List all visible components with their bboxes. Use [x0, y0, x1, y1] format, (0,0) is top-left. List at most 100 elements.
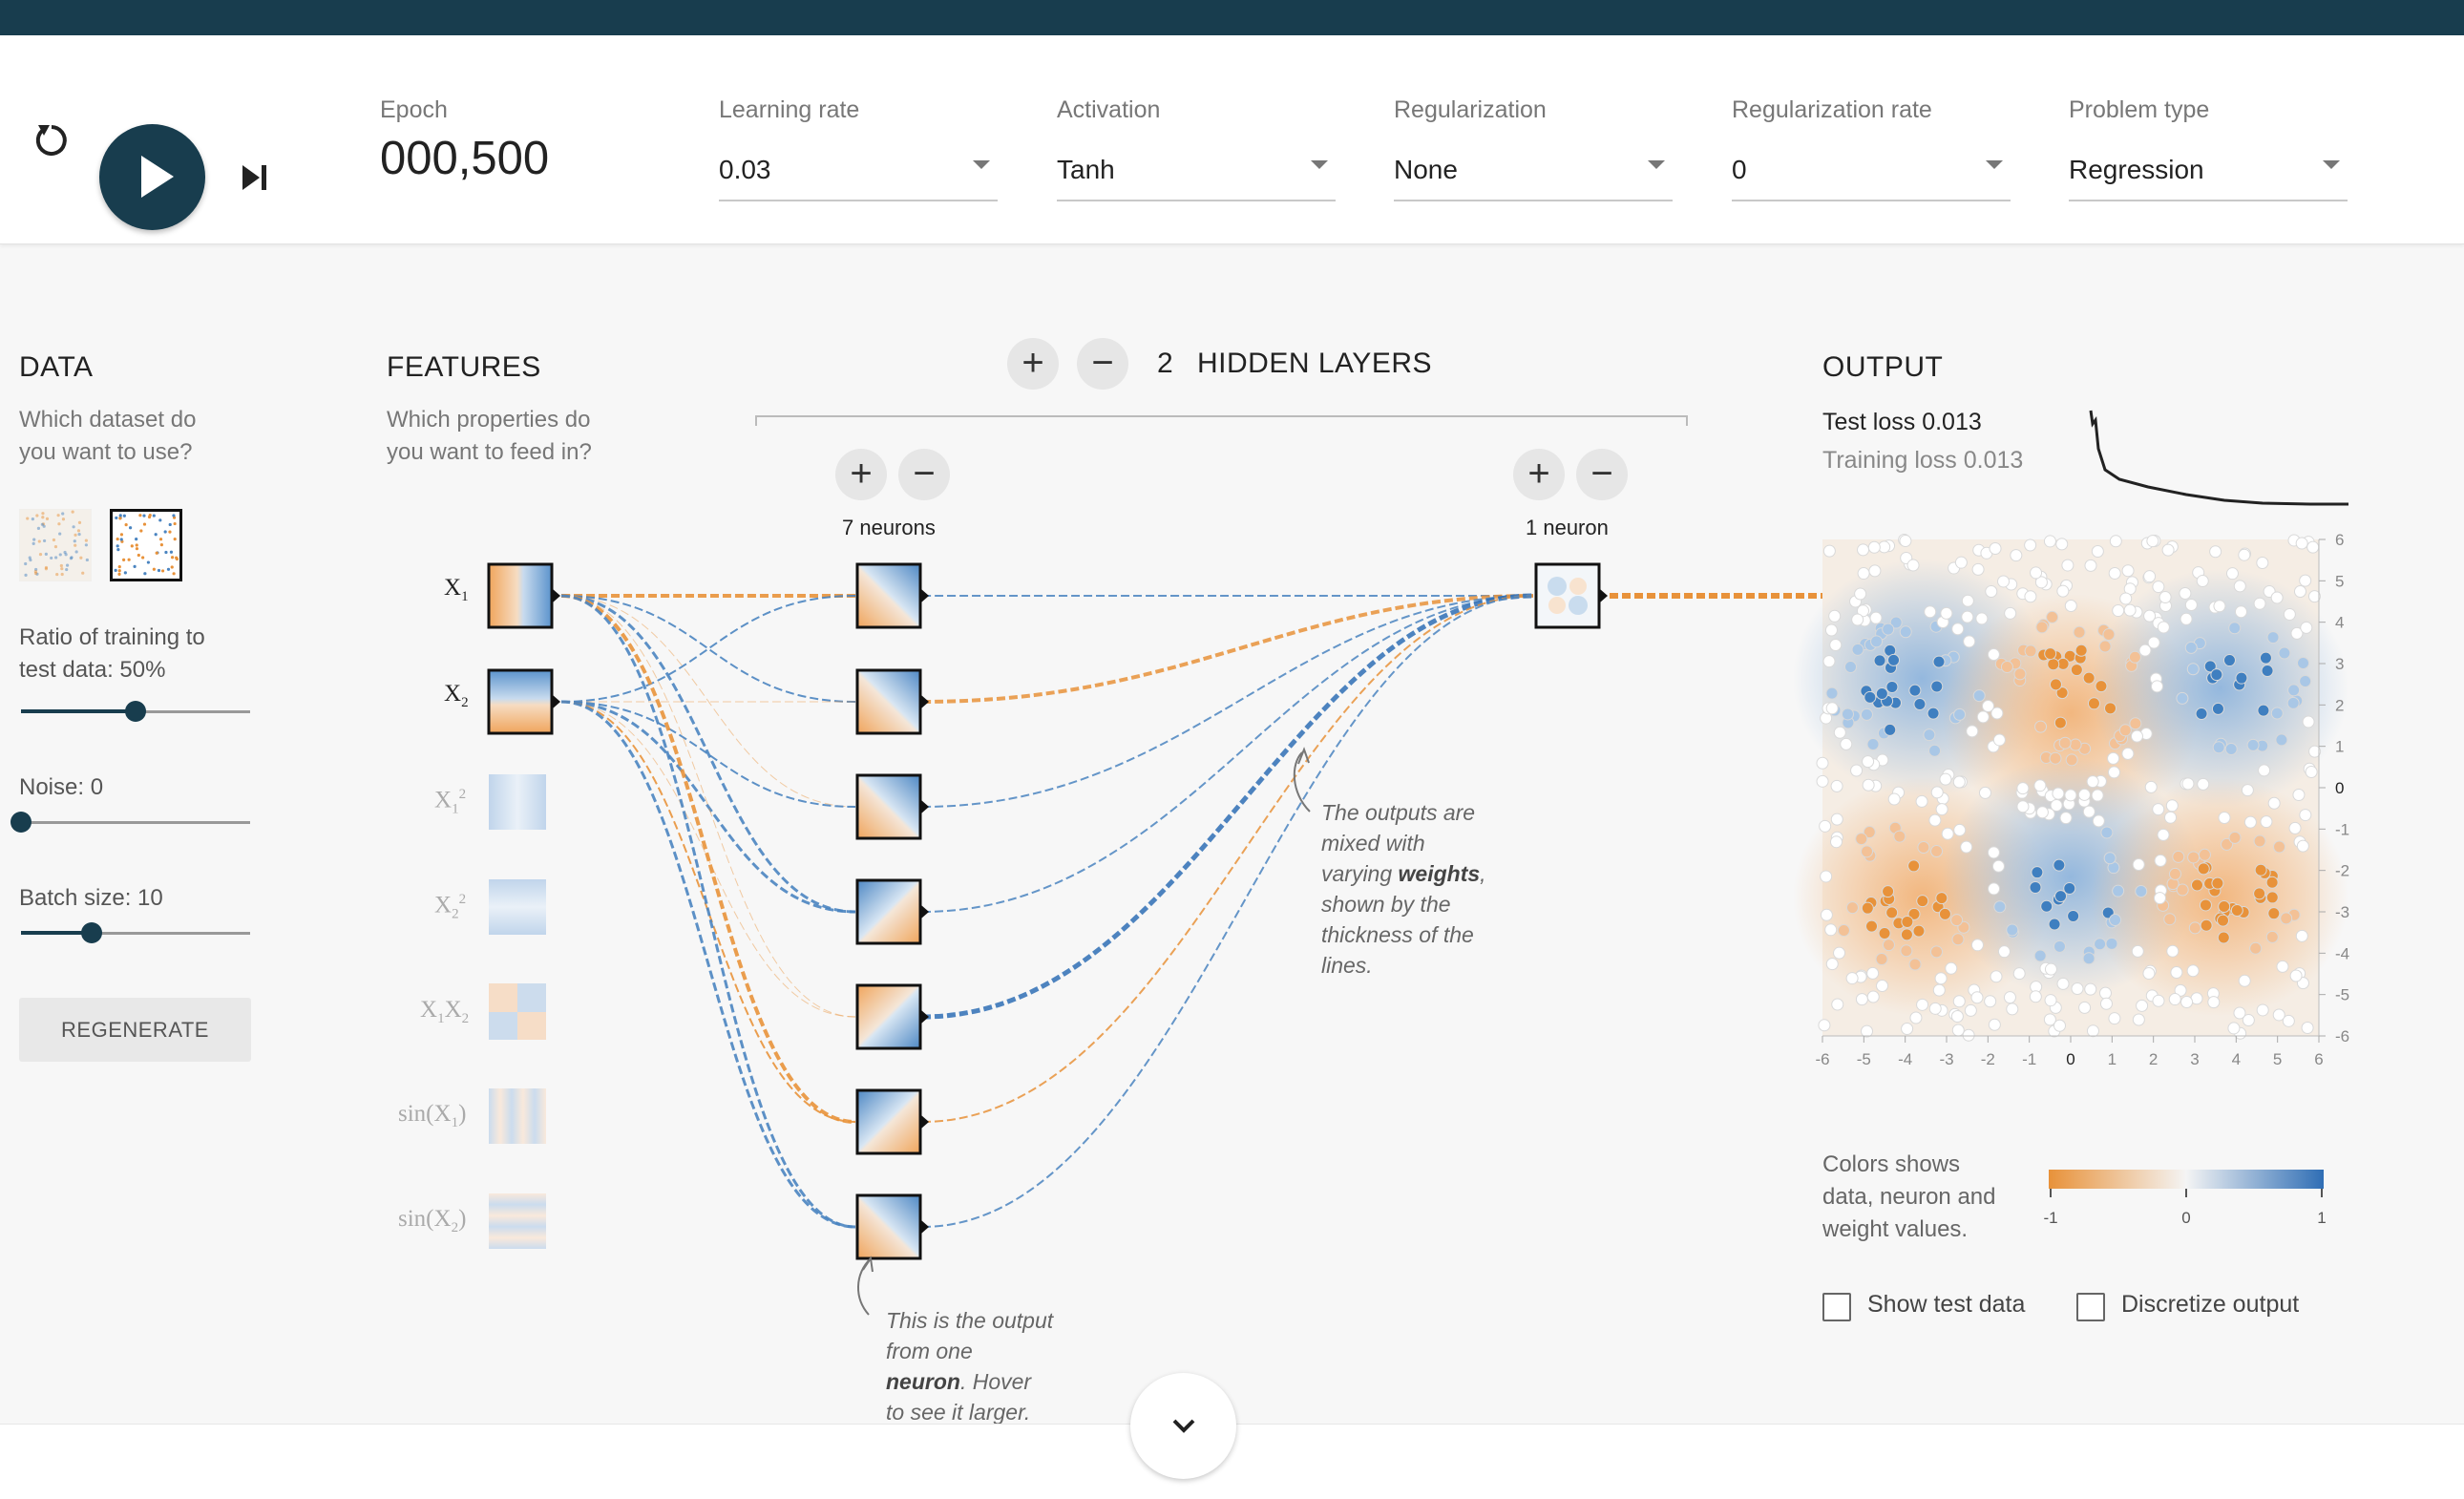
data-point [2109, 914, 2122, 927]
data-point [2199, 898, 2212, 912]
data-point [1950, 1009, 1964, 1023]
slider-thumb[interactable] [11, 812, 32, 833]
data-point [1824, 623, 1838, 637]
data-point [2099, 997, 2113, 1010]
play-button[interactable] [99, 124, 205, 230]
hidden-neuron[interactable] [855, 878, 929, 945]
data-point [2152, 617, 2165, 630]
ratio-slider[interactable] [21, 700, 250, 723]
feature-label-x2-squared: X22 [434, 892, 467, 922]
show-test-data-checkbox[interactable] [1822, 1293, 1851, 1321]
feature-node-x1-squared[interactable] [489, 774, 546, 830]
data-point [2217, 931, 2230, 944]
slider-thumb[interactable] [81, 922, 103, 943]
problem-type-select[interactable]: Regression [2069, 133, 2348, 201]
feature-node-x1[interactable] [487, 562, 560, 629]
thumb-point [54, 556, 58, 559]
data-point [1953, 823, 1967, 836]
legend-line: Colors shows [1822, 1151, 1961, 1177]
regularization-rate-select[interactable]: 0 [1732, 133, 2011, 201]
data-point [2230, 904, 2243, 918]
data-point [2278, 646, 2291, 660]
data-point [1941, 827, 1954, 840]
activation-select[interactable]: Tanh [1057, 133, 1336, 201]
annotation-arrow [1293, 751, 1311, 813]
data-point [2206, 671, 2220, 685]
slider-thumb[interactable] [125, 701, 146, 722]
hidden-neuron[interactable] [855, 1088, 929, 1155]
feature-node-sin-x2[interactable] [489, 1193, 546, 1249]
thumb-point [152, 514, 156, 517]
data-point [1831, 998, 1844, 1011]
learning-rate-value: 0.03 [719, 155, 771, 184]
hidden-neuron[interactable] [855, 668, 929, 735]
thumb-point [26, 517, 30, 520]
data-point [2107, 766, 2120, 779]
dataset-thumb-selected[interactable] [110, 509, 182, 581]
y-tick-label: 4 [2335, 614, 2344, 632]
remove-layer-button[interactable]: − [1077, 338, 1128, 390]
regularization-select[interactable]: None [1394, 133, 1673, 201]
thumb-point [122, 558, 126, 561]
data-question-line: you want to use? [19, 439, 193, 465]
step-icon[interactable] [241, 163, 269, 192]
data-point [2208, 601, 2222, 614]
data-point [2064, 789, 2077, 802]
x-tick-label: 2 [2149, 1050, 2158, 1068]
feature-node-x1x2[interactable] [489, 983, 546, 1040]
data-point [2211, 876, 2224, 890]
thumb-point [116, 537, 119, 541]
add-neuron-layer1-button[interactable]: + [835, 449, 887, 500]
discretize-output-checkbox[interactable] [2076, 1293, 2105, 1321]
data-point [1952, 995, 1966, 1008]
hidden-neuron[interactable] [855, 773, 929, 840]
data-point [1964, 1003, 1977, 1017]
thumb-point [33, 571, 38, 576]
regenerate-button[interactable]: REGENERATE [19, 998, 251, 1062]
data-point [2074, 644, 2088, 657]
feature-node-x2[interactable] [487, 668, 560, 735]
hidden-neuron[interactable] [855, 1193, 929, 1260]
remove-neuron-layer2-button[interactable]: − [1576, 449, 1628, 500]
heatmap-region [2091, 569, 2348, 808]
data-point [2077, 794, 2091, 808]
thumb-point [65, 567, 69, 572]
data-point [2121, 747, 2135, 760]
hidden-neuron[interactable] [855, 983, 929, 1050]
data-point [2082, 671, 2095, 685]
batch-size-slider[interactable] [21, 921, 250, 944]
remove-neuron-layer1-button[interactable]: − [898, 449, 950, 500]
data-point [1844, 661, 1858, 674]
data-point [1935, 892, 1948, 905]
dataset-thumb-circle[interactable] [19, 509, 92, 581]
thumb-point [137, 553, 140, 558]
thumb-point [35, 514, 39, 517]
data-point [2256, 739, 2269, 752]
data-point [2135, 884, 2148, 897]
data-point [2084, 559, 2097, 572]
data-point [1970, 939, 1984, 952]
data-point [2228, 622, 2242, 635]
data-point [2102, 628, 2116, 642]
data-point [2097, 623, 2111, 637]
add-neuron-layer2-button[interactable]: + [1513, 449, 1565, 500]
reset-icon[interactable] [31, 119, 69, 163]
learning-rate-select[interactable]: 0.03 [719, 133, 998, 201]
activation-label: Activation [1057, 96, 1161, 123]
thumb-point [58, 553, 62, 557]
data-point [2043, 535, 2056, 548]
add-layer-button[interactable]: + [1007, 338, 1059, 390]
output-heatmap[interactable] [1793, 533, 2348, 1042]
data-point [2261, 665, 2274, 678]
output-neuron[interactable] [1534, 562, 1608, 629]
feature-node-x2-squared[interactable] [489, 879, 546, 935]
data-point [2100, 826, 2114, 839]
data-point [2030, 981, 2043, 994]
feature-node-sin-x1[interactable] [489, 1088, 546, 1144]
thumb-point [115, 516, 118, 520]
noise-slider[interactable] [11, 811, 250, 834]
scroll-down-button[interactable] [1130, 1373, 1236, 1479]
thumb-point [130, 544, 134, 548]
hidden-neuron[interactable] [855, 562, 929, 629]
data-point [2103, 852, 2117, 865]
